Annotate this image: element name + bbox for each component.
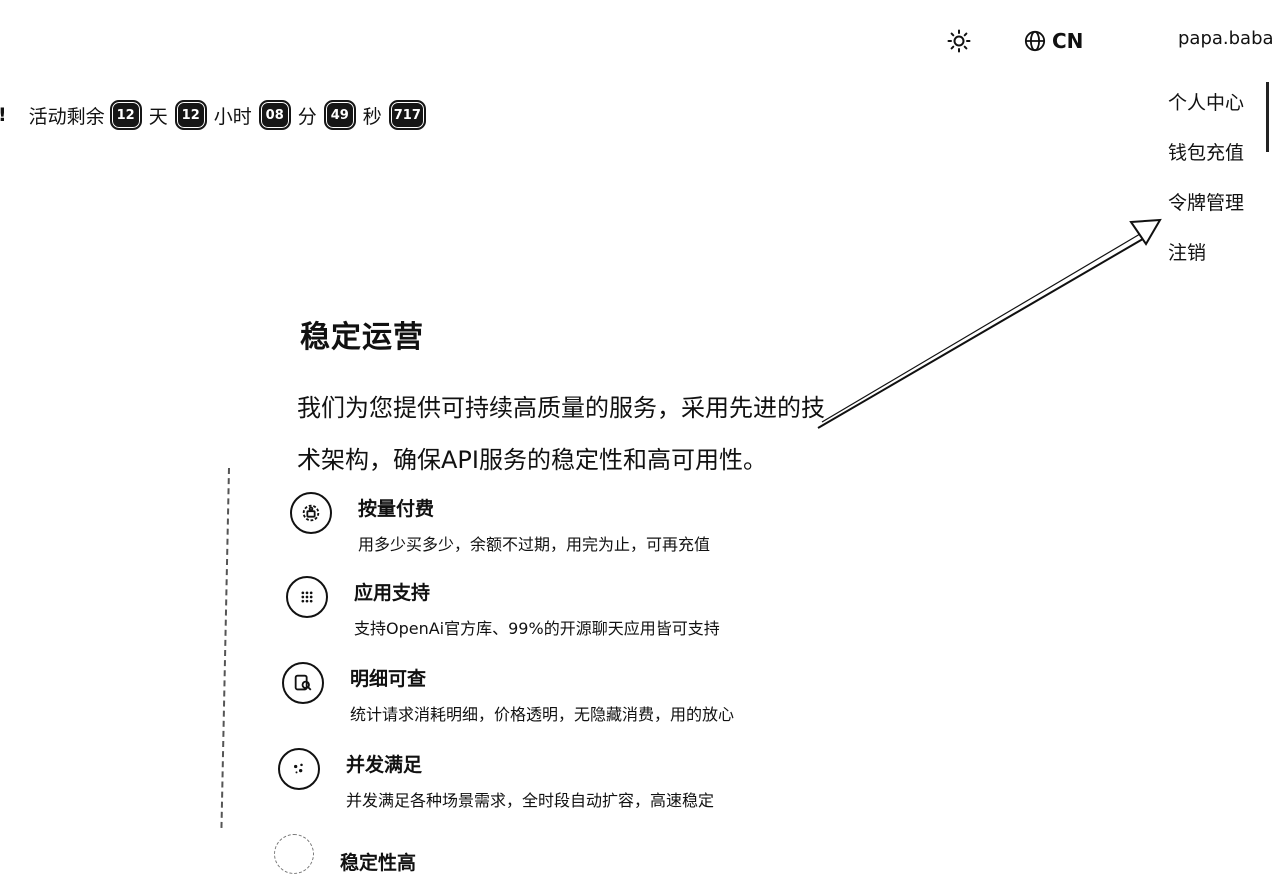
theme-toggle-button[interactable]	[944, 26, 974, 56]
countdown-minutes: 08	[258, 100, 291, 130]
globe-icon	[1024, 30, 1046, 52]
countdown-days-unit: 天	[148, 105, 168, 128]
feature-title: 稳定性高	[340, 852, 417, 874]
menu-item-profile[interactable]: 个人中心	[1168, 88, 1244, 115]
apps-grid-icon	[286, 576, 328, 618]
language-switch-button[interactable]: CN	[1024, 28, 1083, 54]
menu-item-token-management[interactable]: 令牌管理	[1168, 188, 1244, 215]
feature-item-apps: 应用支持 支持OpenAi官方库、99%的开源聊天应用皆可支持	[286, 576, 720, 639]
feature-description: 统计请求消耗明细，价格透明，无隐藏消费，用的放心	[350, 705, 735, 724]
feature-title: 明细可查	[350, 668, 427, 690]
countdown-hours: 12	[174, 100, 207, 130]
promo-countdown: ! 活动剩余 12 天 12 小时 08 分 49 秒 717	[0, 100, 431, 130]
feature-title: 应用支持	[354, 582, 431, 604]
language-label: CN	[1052, 29, 1084, 53]
countdown-prefix: !	[0, 104, 7, 126]
section-description: 我们为您提供可持续高质量的服务，采用先进的技 术架构，确保API服务的稳定性和高…	[297, 382, 857, 486]
feature-description: 用多少买多少，余额不过期，用完为止，可再充值	[358, 535, 711, 554]
section-title: 稳定运营	[300, 320, 424, 355]
countdown-ms: 717	[388, 100, 426, 130]
decorative-dashed-line	[220, 467, 230, 828]
billing-icon	[290, 492, 332, 534]
user-menu-trigger[interactable]: papa.baba	[1178, 28, 1274, 49]
feature-description: 支持OpenAi官方库、99%的开源聊天应用皆可支持	[354, 619, 720, 638]
stability-icon	[274, 834, 314, 874]
feature-item-details: 明细可查 统计请求消耗明细，价格透明，无隐藏消费，用的放心	[282, 662, 734, 725]
concurrency-icon	[278, 748, 320, 790]
countdown-days: 12	[109, 100, 142, 130]
search-detail-icon	[282, 662, 324, 704]
section-description-line: 术架构，确保API服务的稳定性和高可用性。	[297, 446, 767, 474]
feature-title: 并发满足	[346, 754, 423, 776]
countdown-seconds: 49	[323, 100, 356, 130]
menu-scrollbar	[1266, 82, 1269, 152]
countdown-seconds-unit: 秒	[362, 105, 382, 128]
feature-item-stability: 稳定性高	[274, 834, 416, 875]
feature-item-billing: 按量付费 用多少买多少，余额不过期，用完为止，可再充值	[290, 492, 710, 555]
countdown-label: 活动剩余	[28, 105, 105, 128]
menu-item-wallet-topup[interactable]: 钱包充值	[1168, 138, 1244, 165]
menu-item-logout[interactable]: 注销	[1168, 238, 1206, 265]
countdown-minutes-unit: 分	[297, 105, 317, 128]
feature-description: 并发满足各种场景需求，全时段自动扩容，高速稳定	[346, 791, 715, 810]
feature-title: 按量付费	[358, 498, 435, 520]
feature-item-concurrency: 并发满足 并发满足各种场景需求，全时段自动扩容，高速稳定	[278, 748, 714, 811]
section-description-line: 我们为您提供可持续高质量的服务，采用先进的技	[297, 394, 825, 422]
sun-icon	[947, 29, 971, 53]
user-dropdown-menu: 个人中心 钱包充值 令牌管理 注销	[1150, 78, 1280, 278]
countdown-hours-unit: 小时	[213, 105, 252, 128]
